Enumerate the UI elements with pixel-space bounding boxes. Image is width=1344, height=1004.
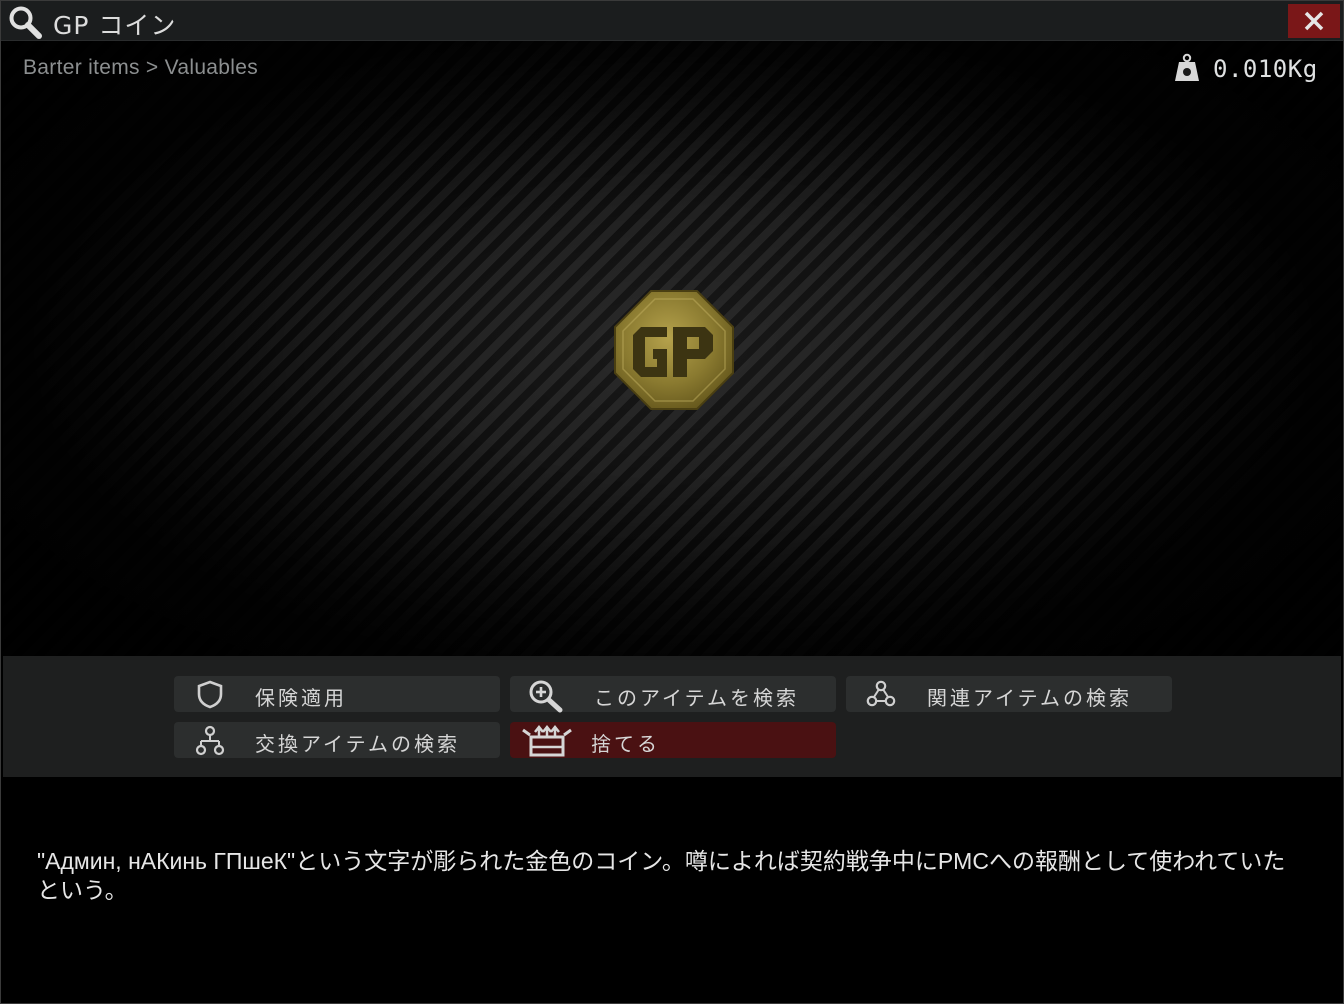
gp-coin-icon xyxy=(614,290,734,410)
title-bar[interactable]: GP コイン xyxy=(1,1,1343,41)
search-related-label: 関連アイテムの検索 xyxy=(927,688,1132,710)
search-item-button[interactable]: このアイテムを検索 xyxy=(510,676,836,713)
search-barter-label: 交換アイテムの検索 xyxy=(255,734,460,756)
shield-icon xyxy=(197,680,223,709)
discard-icon xyxy=(522,725,572,757)
item-inspect-window: GP コイン Barter items > Valuables 0.010Kg xyxy=(0,0,1344,1004)
related-items-icon xyxy=(866,680,896,707)
weight-display: 0.010Kg xyxy=(1173,53,1323,85)
search-icon xyxy=(9,6,42,39)
action-panel: 保険適用 このアイテムを検索 関連アイテムの検索 交換アイテムの検索 捨てる xyxy=(3,656,1341,777)
insure-button[interactable]: 保険適用 xyxy=(174,676,500,712)
discard-label: 捨てる xyxy=(591,734,660,756)
insure-label: 保険適用 xyxy=(255,688,347,710)
close-button[interactable] xyxy=(1288,4,1340,38)
search-related-button[interactable]: 関連アイテムの検索 xyxy=(846,676,1172,712)
close-icon xyxy=(1304,11,1324,31)
weight-value: 0.010Kg xyxy=(1213,55,1318,83)
item-preview: Barter items > Valuables 0.010Kg xyxy=(3,41,1341,656)
window-title: GP コイン xyxy=(53,11,177,40)
search-item-label: このアイテムを検索 xyxy=(594,688,799,710)
weight-icon xyxy=(1175,53,1199,81)
discard-button[interactable]: 捨てる xyxy=(510,722,836,758)
breadcrumb: Barter items > Valuables xyxy=(23,56,259,79)
barter-icon xyxy=(195,725,225,756)
zoom-in-icon xyxy=(529,680,563,713)
search-barter-button[interactable]: 交換アイテムの検索 xyxy=(174,722,500,758)
item-description: "Админ, нАКинь ГПшеК"という文字が彫られた金色のコイン。噂に… xyxy=(37,848,1286,903)
